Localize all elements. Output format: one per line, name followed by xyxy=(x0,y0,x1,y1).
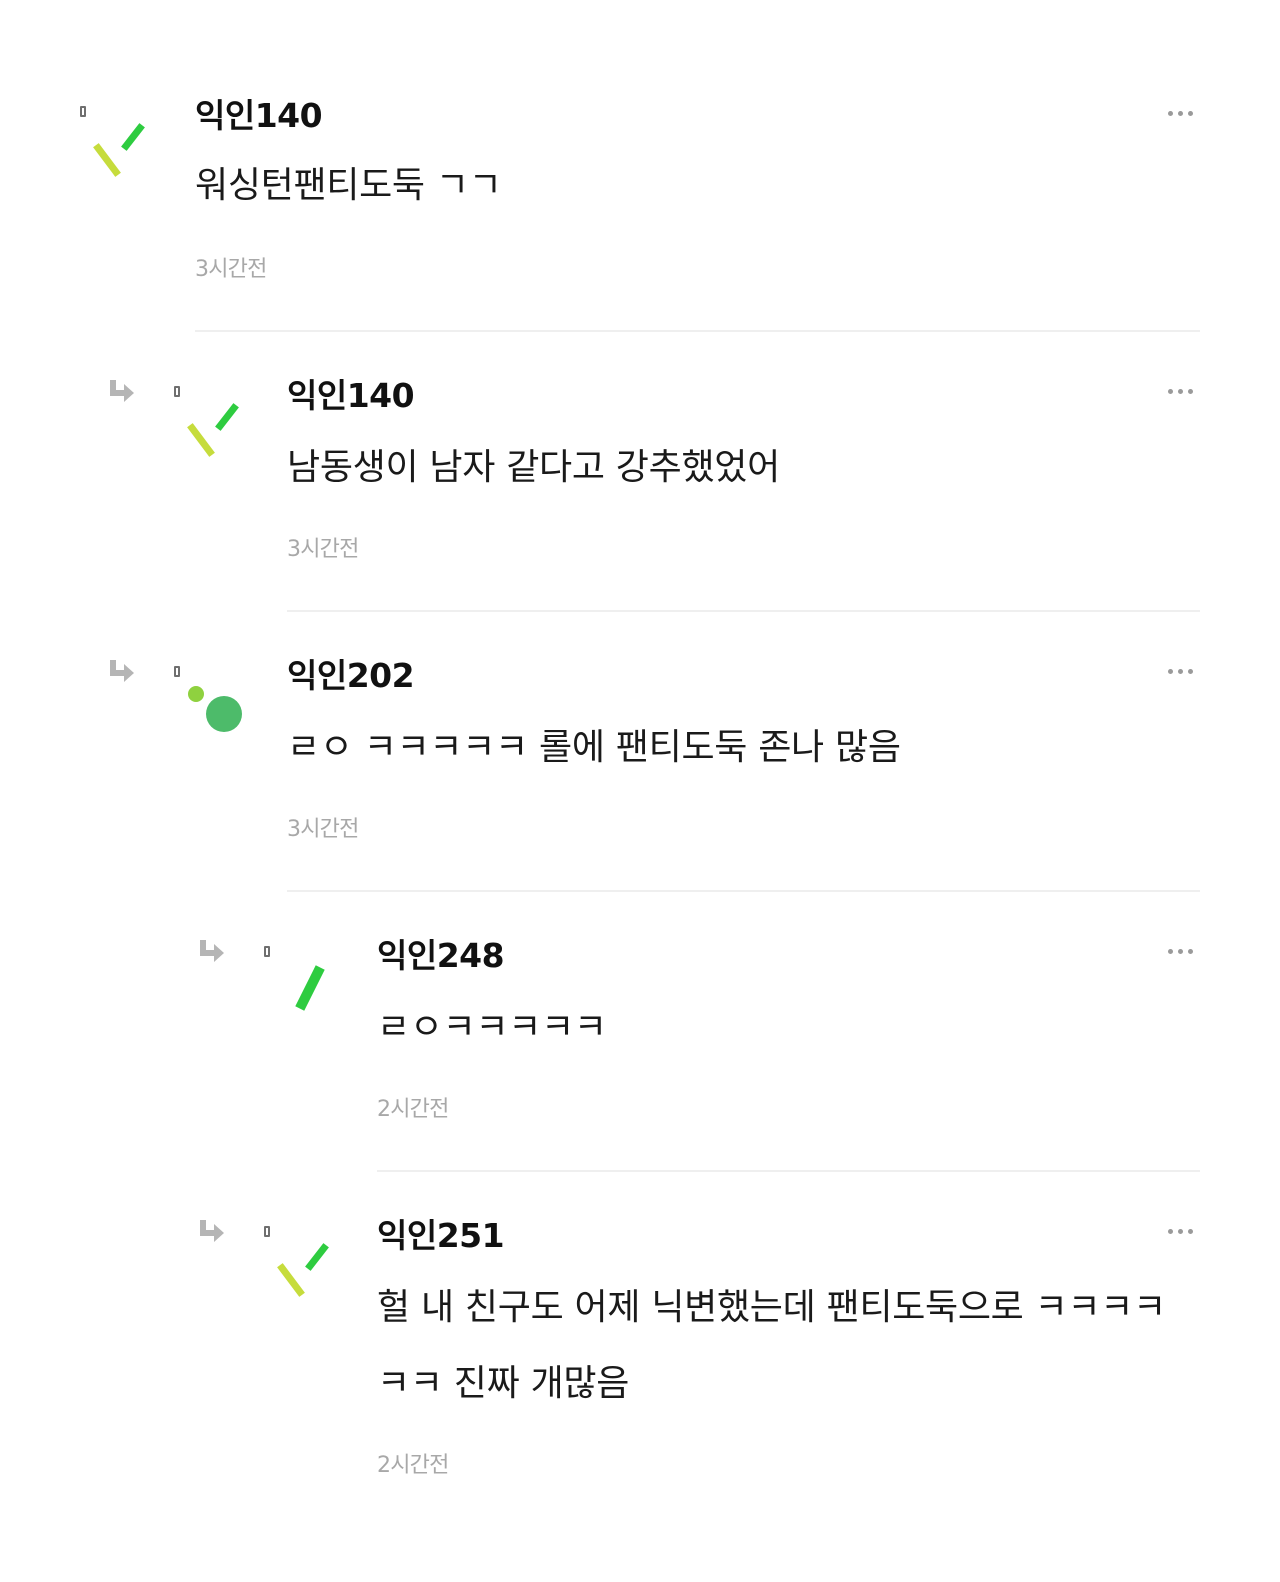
more-icon[interactable] xyxy=(1168,1226,1198,1238)
username[interactable]: 익인248 xyxy=(377,936,505,976)
more-icon[interactable] xyxy=(1168,108,1198,120)
timestamp: 3시간전 xyxy=(195,257,267,282)
timestamp: 2시간전 xyxy=(377,1453,449,1478)
dots-icon xyxy=(182,678,252,748)
divider xyxy=(195,330,1200,332)
sprout-icon xyxy=(88,118,158,188)
level-badge-icon xyxy=(264,946,270,957)
timestamp: 2시간전 xyxy=(377,1097,449,1122)
more-icon[interactable] xyxy=(1168,946,1198,958)
divider xyxy=(287,890,1200,892)
timestamp: 3시간전 xyxy=(287,817,359,842)
level-badge-icon xyxy=(174,386,180,397)
level-badge-icon xyxy=(264,1226,270,1237)
timestamp: 3시간전 xyxy=(287,537,359,562)
comment-text: ㄹㅇ ㅋㅋㅋㅋㅋ 롤에 팬티도둑 존나 많음 xyxy=(287,727,901,768)
reply-arrow-icon xyxy=(104,656,138,690)
divider xyxy=(377,1170,1200,1172)
more-icon[interactable] xyxy=(1168,666,1198,678)
reply-arrow-icon xyxy=(194,1216,228,1250)
comment-text: 남동생이 남자 같다고 강추했었어 xyxy=(287,447,780,488)
sprout-icon xyxy=(272,1238,342,1308)
username[interactable]: 익인202 xyxy=(287,656,415,696)
comment-text: 워싱턴팬티도둑 ㄱㄱ xyxy=(195,165,502,206)
sprout-icon xyxy=(182,398,252,468)
more-icon[interactable] xyxy=(1168,386,1198,398)
reply-arrow-icon xyxy=(104,376,138,410)
username[interactable]: 익인251 xyxy=(377,1216,505,1256)
level-badge-icon xyxy=(80,106,86,117)
divider xyxy=(287,610,1200,612)
stick-icon xyxy=(272,958,342,1028)
comment-text: 헐 내 친구도 어제 닉변했는데 팬티도둑으로 ㅋㅋㅋㅋㅋㅋ 진짜 개많음 xyxy=(377,1287,1166,1404)
username[interactable]: 익인140 xyxy=(195,96,323,136)
level-badge-icon xyxy=(174,666,180,677)
reply-arrow-icon xyxy=(194,936,228,970)
comment-text: ㄹㅇㅋㅋㅋㅋㅋ xyxy=(377,1007,607,1048)
username[interactable]: 익인140 xyxy=(287,376,415,416)
